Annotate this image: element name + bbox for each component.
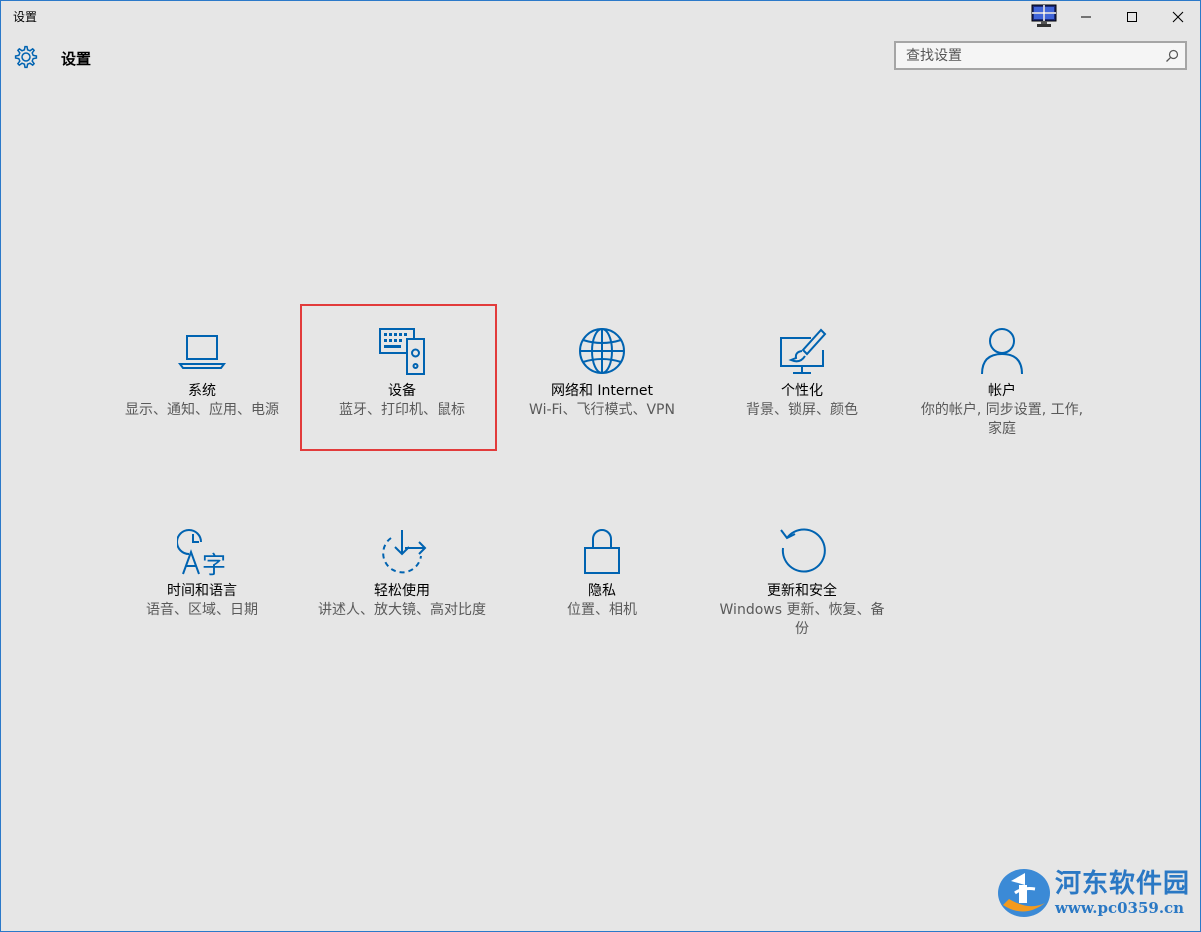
tile-system-desc: 显示、通知、应用、电源 (125, 402, 279, 418)
tile-personalization-desc: 背景、锁屏、颜色 (746, 402, 858, 418)
tile-ease-of-access-desc: 讲述人、放大镜、高对比度 (318, 602, 486, 618)
watermark: 河东软件园 www.pc0359.cn (995, 861, 1195, 921)
watermark-url: www.pc0359.cn (1055, 899, 1185, 917)
title-bar[interactable]: 设置 (1, 1, 1200, 32)
tile-accounts-desc: 你的帐户, 同步设置, 工作, 家庭 (920, 402, 1084, 437)
tile-devices-desc: 蓝牙、打印机、鼠标 (339, 402, 465, 418)
watermark-name: 河东软件园 (1055, 869, 1191, 899)
window-title: 设置 (13, 10, 38, 24)
globe-icon (579, 328, 625, 374)
tile-system[interactable]: 系统 显示、通知、应用、电源 (112, 326, 292, 420)
maximize-button[interactable] (1109, 1, 1155, 32)
tile-privacy-name: 隐私 (588, 583, 616, 599)
search-input[interactable] (906, 46, 1156, 66)
tile-update-security-name: 更新和安全 (767, 583, 837, 599)
tile-privacy-desc: 位置、相机 (567, 602, 637, 618)
personalization-icon (780, 328, 827, 374)
settings-window: 设置 设置 查找设置 系统 显示、通知、应用、电源 设备 蓝牙、打印机、鼠标 网… (0, 0, 1201, 932)
tile-accounts-name: 帐户 (988, 383, 1016, 399)
tile-accounts[interactable]: 帐户 你的帐户, 同步设置, 工作, 家庭 (912, 326, 1092, 439)
tile-network-desc: Wi-Fi、飞行模式、VPN (529, 402, 675, 418)
tile-ease-of-access-name: 轻松使用 (374, 583, 430, 599)
tile-time-language[interactable]: 字 时间和语言 语音、区域、日期 (112, 526, 292, 620)
search-box[interactable] (894, 41, 1187, 70)
gear-icon (14, 45, 38, 69)
search-icon[interactable] (1165, 49, 1179, 63)
monitor-app-icon (1031, 4, 1057, 27)
tile-privacy[interactable]: 隐私 位置、相机 (512, 526, 692, 620)
tile-devices-name: 设备 (388, 383, 416, 399)
tile-update-security-desc: Windows 更新、恢复、备份 (719, 602, 885, 637)
person-icon (981, 328, 1023, 375)
glyph-zi: 字 (202, 551, 226, 576)
maximize-icon (1127, 11, 1137, 22)
devices-icon (379, 328, 425, 375)
tile-time-language-name: 时间和语言 (167, 583, 237, 599)
page-title: 设置 (61, 50, 92, 68)
minimize-button[interactable] (1063, 1, 1109, 32)
update-icon (780, 528, 826, 573)
tile-update-security[interactable]: 更新和安全 Windows 更新、恢复、备份 (712, 526, 892, 639)
tile-time-language-desc: 语音、区域、日期 (146, 602, 258, 618)
ease-of-access-icon (382, 530, 427, 574)
tile-personalization[interactable]: 个性化 背景、锁屏、颜色 (712, 326, 892, 420)
tile-network[interactable]: 网络和 Internet Wi-Fi、飞行模式、VPN (512, 326, 692, 420)
close-button[interactable] (1155, 1, 1201, 32)
tile-personalization-name: 个性化 (781, 383, 823, 399)
tile-ease-of-access[interactable]: 轻松使用 讲述人、放大镜、高对比度 (312, 526, 492, 620)
minimize-icon (1081, 16, 1091, 17)
tile-devices[interactable]: 设备 蓝牙、打印机、鼠标 (312, 326, 492, 420)
tile-network-name: 网络和 Internet (550, 383, 654, 399)
watermark-logo-icon (998, 869, 1050, 917)
tile-system-name: 系统 (188, 383, 216, 399)
time-language-icon: 字 (177, 529, 226, 576)
lock-icon (584, 529, 620, 574)
laptop-icon (178, 335, 226, 369)
close-icon (1172, 11, 1184, 22)
